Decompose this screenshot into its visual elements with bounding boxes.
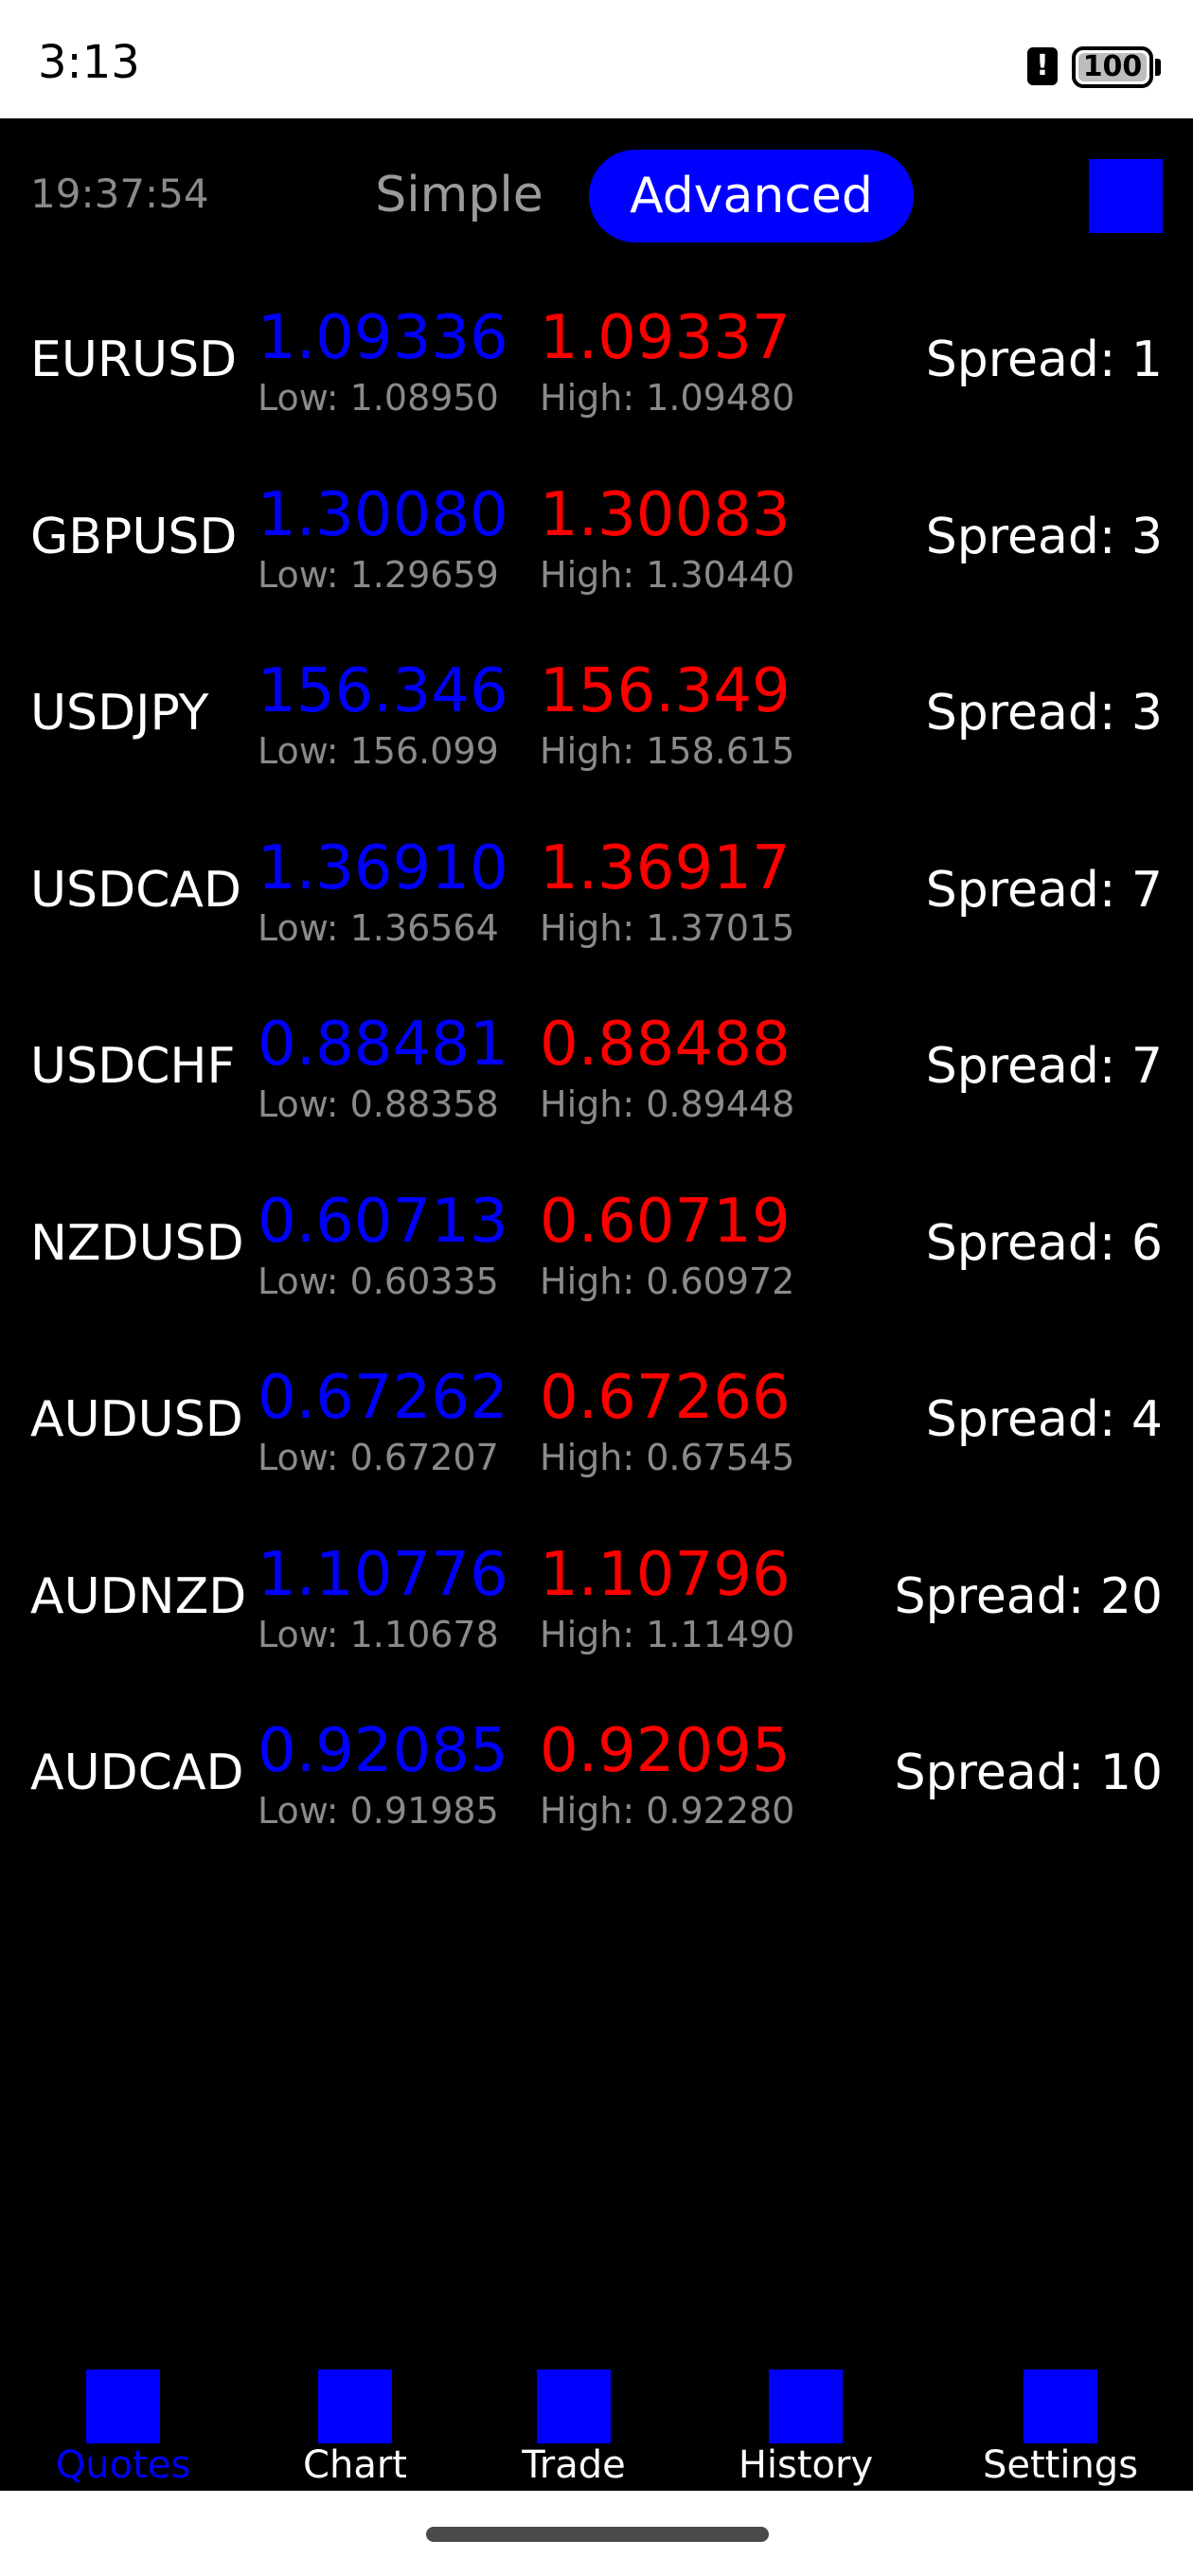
tab-simple[interactable]: Simple [360, 150, 559, 241]
bid-price: 1.30080 [258, 479, 508, 550]
low-price: Low: 0.60335 [258, 1260, 499, 1302]
ask-price: 0.60719 [540, 1186, 791, 1257]
quote-row[interactable]: EURUSD 1.09336 1.09337 Low: 1.08950 High… [0, 284, 1193, 461]
battery-level: 100 [1082, 50, 1143, 83]
bid-price: 1.36910 [258, 832, 508, 903]
high-price: High: 1.37015 [540, 906, 795, 949]
quote-row[interactable]: USDCAD 1.36910 1.36917 Low: 1.36564 High… [0, 814, 1193, 992]
low-price: Low: 1.29659 [258, 553, 499, 596]
spread: Spread: 3 [925, 685, 1163, 742]
spread: Spread: 10 [894, 1744, 1163, 1801]
status-time: 3:13 [38, 36, 140, 89]
high-price: High: 1.09480 [540, 377, 795, 419]
ask-price: 0.92095 [540, 1716, 791, 1786]
symbol: USDCHF [30, 1038, 236, 1095]
high-price: High: 0.60972 [540, 1260, 795, 1302]
status-bar: 3:13 ! 100 [0, 0, 1193, 118]
high-price: High: 0.92280 [540, 1790, 795, 1832]
bottom-nav: Quotes Chart Trade History Settings [0, 2349, 1193, 2491]
bid-price: 1.09336 [258, 303, 508, 373]
menu-icon[interactable] [1089, 159, 1163, 233]
spread: Spread: 3 [925, 508, 1163, 565]
symbol: EURUSD [30, 331, 238, 388]
bid-price: 0.60713 [258, 1186, 508, 1257]
quote-row[interactable]: GBPUSD 1.30080 1.30083 Low: 1.29659 High… [0, 461, 1193, 638]
ask-price: 1.30083 [540, 479, 791, 550]
low-price: Low: 0.88358 [258, 1083, 499, 1125]
high-price: High: 1.30440 [540, 553, 795, 596]
quote-row[interactable]: AUDUSD 0.67262 0.67266 Low: 0.67207 High… [0, 1344, 1193, 1521]
nav-trade[interactable]: Trade [470, 2358, 678, 2487]
ask-price: 0.67266 [540, 1363, 791, 1433]
spread: Spread: 20 [894, 1567, 1163, 1625]
high-price: High: 158.615 [540, 730, 795, 772]
low-price: Low: 1.08950 [258, 377, 499, 419]
bid-price: 0.88481 [258, 1010, 508, 1080]
symbol: USDJPY [30, 685, 209, 742]
trade-icon [537, 2370, 611, 2443]
quotes-list: EURUSD 1.09336 1.09337 Low: 1.08950 High… [0, 284, 1193, 1874]
spread: Spread: 4 [925, 1391, 1163, 1448]
low-price: Low: 0.91985 [258, 1790, 499, 1832]
ask-price: 0.88488 [540, 1010, 791, 1080]
symbol: AUDUSD [30, 1391, 243, 1448]
bid-price: 156.346 [258, 656, 508, 726]
battery-icon: 100 [1072, 46, 1153, 88]
server-clock: 19:37:54 [30, 170, 209, 217]
nav-quotes[interactable]: Quotes [19, 2358, 227, 2487]
quote-row[interactable]: USDCHF 0.88481 0.88488 Low: 0.88358 High… [0, 991, 1193, 1168]
nav-settings[interactable]: Settings [956, 2358, 1165, 2487]
high-price: High: 0.89448 [540, 1083, 795, 1125]
nav-chart[interactable]: Chart [251, 2358, 459, 2487]
nav-label: Quotes [55, 2443, 191, 2487]
spread: Spread: 7 [925, 861, 1163, 919]
home-indicator[interactable] [426, 2527, 769, 2542]
quote-row[interactable]: AUDCAD 0.92085 0.92095 Low: 0.91985 High… [0, 1697, 1193, 1874]
symbol: NZDUSD [30, 1214, 244, 1272]
quote-row[interactable]: NZDUSD 0.60713 0.60719 Low: 0.60335 High… [0, 1168, 1193, 1345]
symbol: GBPUSD [30, 508, 238, 565]
tab-advanced[interactable]: Advanced [589, 150, 914, 242]
ask-price: 1.09337 [540, 303, 791, 373]
gesture-area [0, 2491, 1193, 2576]
nav-label: Settings [982, 2443, 1139, 2487]
history-icon [769, 2370, 843, 2443]
bid-price: 0.92085 [258, 1716, 508, 1786]
symbol: AUDNZD [30, 1567, 247, 1625]
low-price: Low: 1.10678 [258, 1613, 499, 1655]
high-price: High: 0.67545 [540, 1437, 795, 1478]
nav-label: Trade [522, 2443, 626, 2487]
nav-label: Chart [303, 2443, 407, 2487]
spread: Spread: 6 [925, 1214, 1163, 1272]
bid-price: 1.10776 [258, 1539, 508, 1610]
low-price: Low: 1.36564 [258, 906, 499, 949]
battery-tip [1155, 59, 1161, 76]
symbol: USDCAD [30, 861, 242, 919]
quotes-icon [86, 2370, 160, 2443]
spread: Spread: 7 [925, 1038, 1163, 1095]
ask-price: 156.349 [540, 656, 791, 726]
settings-icon [1024, 2370, 1097, 2443]
quote-row[interactable]: AUDNZD 1.10776 1.10796 Low: 1.10678 High… [0, 1521, 1193, 1698]
low-price: Low: 156.099 [258, 730, 499, 772]
nav-label: History [738, 2443, 874, 2487]
symbol: AUDCAD [30, 1744, 244, 1801]
spread: Spread: 1 [925, 331, 1163, 388]
low-price: Low: 0.67207 [258, 1437, 499, 1478]
high-price: High: 1.11490 [540, 1613, 795, 1655]
ask-price: 1.36917 [540, 832, 791, 903]
alert-icon: ! [1027, 47, 1058, 85]
ask-price: 1.10796 [540, 1539, 791, 1610]
quote-row[interactable]: USDJPY 156.346 156.349 Low: 156.099 High… [0, 637, 1193, 814]
nav-history[interactable]: History [702, 2358, 910, 2487]
bid-price: 0.67262 [258, 1363, 508, 1433]
chart-icon [318, 2370, 392, 2443]
